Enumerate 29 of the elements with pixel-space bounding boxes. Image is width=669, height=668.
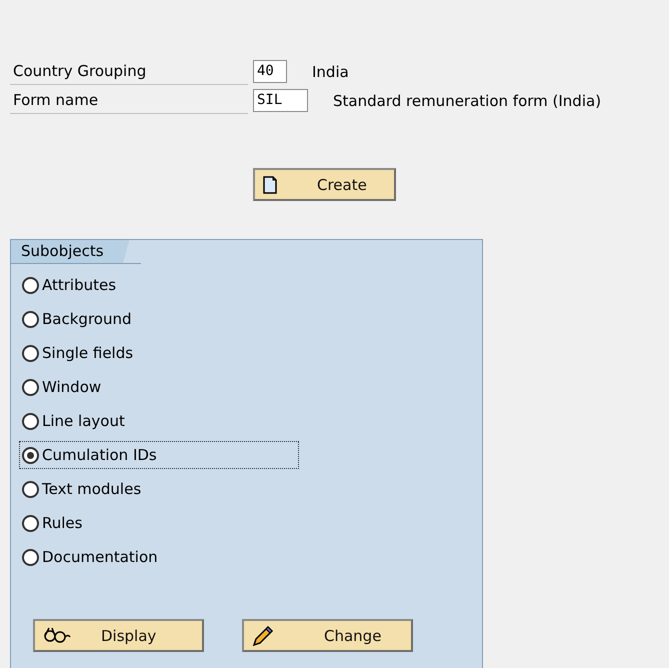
display-button[interactable]: Display xyxy=(33,619,204,652)
radio-button[interactable] xyxy=(22,548,39,566)
option-label[interactable]: Window xyxy=(42,378,102,396)
radio-button[interactable] xyxy=(22,514,39,532)
option-label[interactable]: Documentation xyxy=(42,548,158,566)
create-button[interactable]: Create xyxy=(253,168,396,201)
field-description: Standard remuneration form (India) xyxy=(333,92,602,110)
glasses-icon xyxy=(43,626,71,646)
input-field[interactable]: 40 xyxy=(253,60,287,83)
radio-button[interactable] xyxy=(22,344,39,362)
option-label[interactable]: Rules xyxy=(42,514,82,532)
document-icon xyxy=(263,176,277,194)
field-description: India xyxy=(312,62,349,80)
field-label: Form name xyxy=(10,87,248,114)
change-button[interactable]: Change xyxy=(242,619,413,652)
input-field[interactable]: SIL xyxy=(253,89,308,112)
option-label[interactable]: Background xyxy=(42,310,132,328)
pencil-icon xyxy=(252,624,274,646)
radio-button[interactable] xyxy=(22,378,39,396)
option-label[interactable]: Attributes xyxy=(42,276,116,294)
radio-button[interactable] xyxy=(22,480,39,498)
option-label[interactable]: Single fields xyxy=(42,344,134,362)
radio-button[interactable] xyxy=(22,412,39,430)
radio-button[interactable] xyxy=(22,276,39,294)
option-label[interactable]: Text modules xyxy=(42,480,142,498)
option-label[interactable]: Line layout xyxy=(42,412,125,430)
radio-button[interactable] xyxy=(22,310,39,328)
field-label: Country Grouping xyxy=(10,58,248,85)
radio-button[interactable] xyxy=(22,446,39,464)
